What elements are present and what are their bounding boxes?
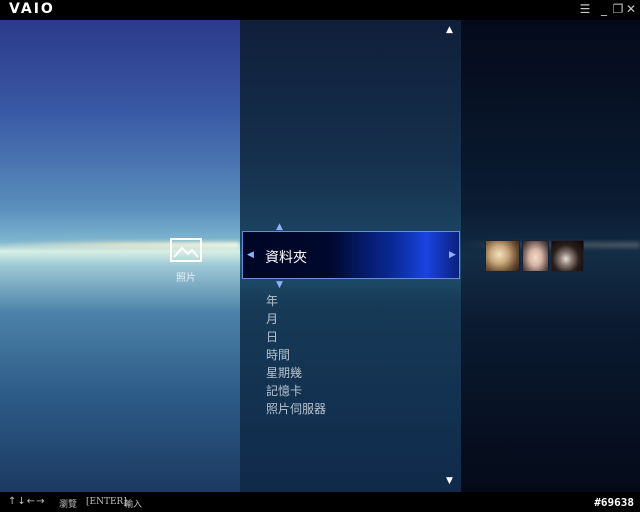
photo-category-label: 照片 [176, 273, 196, 284]
vaio-logo: VAIO [9, 1, 55, 17]
selected-item-label: 資料夾 [265, 250, 307, 266]
minimize-button[interactable]: _ [597, 2, 611, 16]
category-panel [0, 20, 240, 492]
watermark: #69638 [594, 496, 634, 509]
thumbnail-3[interactable] [551, 240, 584, 272]
thumbnail-2[interactable] [522, 240, 549, 272]
enter-key-hint: [ENTER] [86, 497, 127, 507]
thumbnail-1[interactable] [485, 240, 520, 272]
horizon-glow [0, 242, 240, 248]
close-button[interactable]: ✕ [624, 2, 638, 16]
menu-item-photo-server[interactable]: 照片伺服器 [266, 400, 326, 418]
scroll-up-arrow[interactable]: ▲ [446, 26, 453, 35]
media-app-window: VAIO ☰ _ ❐ ✕ 照片 ▲ ▼ ▲ ▼ ◀ 資料夾 ▶ 年 月 日 時間… [0, 0, 640, 512]
title-bar: VAIO ☰ _ ❐ ✕ [0, 0, 640, 20]
scroll-down-arrow[interactable]: ▼ [446, 477, 453, 486]
menu-item-weekday[interactable]: 星期幾 [266, 364, 326, 382]
menu-item-month[interactable]: 月 [266, 310, 326, 328]
menu-list: 年 月 日 時間 星期幾 記憶卡 照片伺服器 [266, 292, 326, 418]
menu-item-memory-card[interactable]: 記憶卡 [266, 382, 326, 400]
photo-icon[interactable] [170, 238, 202, 262]
menu-icon[interactable]: ☰ [578, 2, 592, 16]
item-down-arrow[interactable]: ▼ [276, 281, 283, 290]
restore-button[interactable]: ❐ [611, 2, 625, 16]
menu-item-year[interactable]: 年 [266, 292, 326, 310]
navigation-arrows-icon: ↑↓←→ [8, 496, 46, 507]
menu-item-day[interactable]: 日 [266, 328, 326, 346]
item-left-arrow[interactable]: ◀ [247, 251, 254, 260]
browse-hint: 瀏覽 [59, 500, 78, 510]
menu-item-time[interactable]: 時間 [266, 346, 326, 364]
status-bar: ↑↓←→ 瀏覽 [ENTER] 輸入 #69638 [0, 492, 640, 512]
input-hint: 輸入 [124, 500, 143, 510]
selected-menu-item[interactable]: ◀ 資料夾 ▶ [242, 231, 460, 279]
item-right-arrow[interactable]: ▶ [449, 251, 456, 260]
